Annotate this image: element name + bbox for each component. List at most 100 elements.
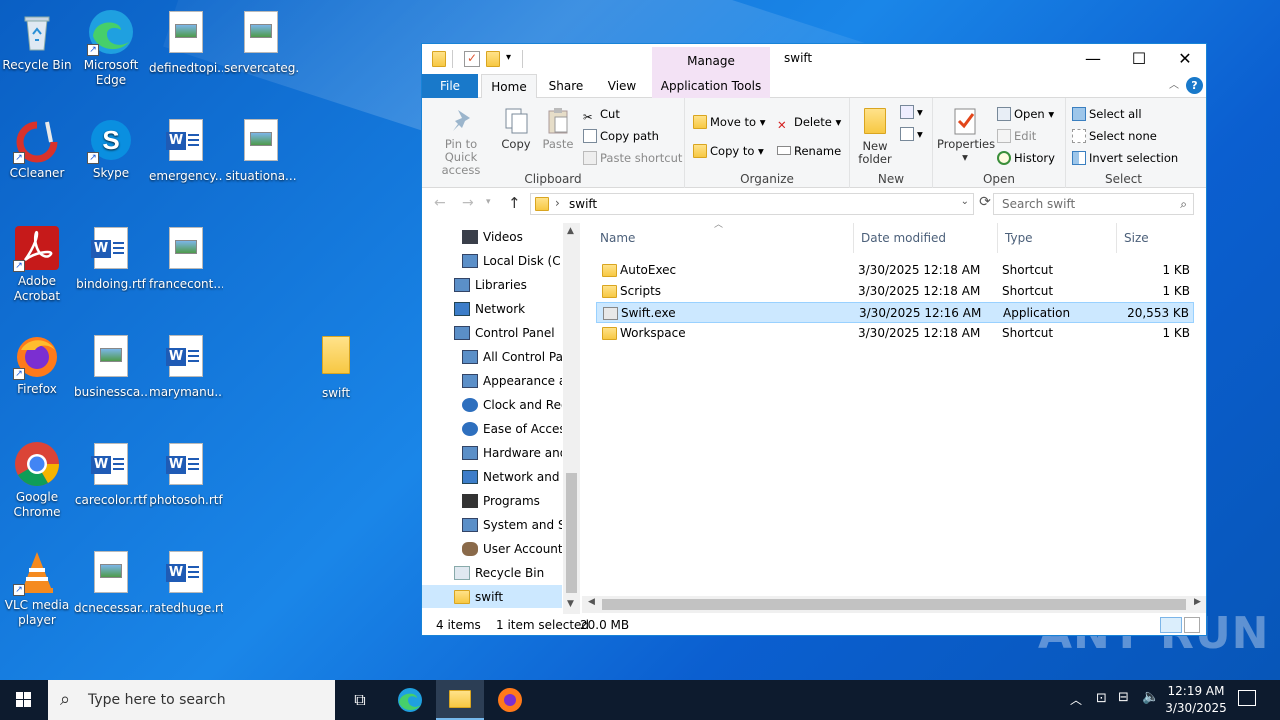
scroll-right-icon[interactable]: ▶: [1194, 597, 1201, 607]
tab-home[interactable]: Home: [481, 74, 537, 99]
recent-locations-icon[interactable]: ▾: [486, 197, 491, 207]
column-header-type[interactable]: Type: [999, 223, 1117, 253]
desktop-icon-google-chrome[interactable]: Google Chrome: [0, 440, 74, 520]
desktop-icon-recycle-bin[interactable]: Recycle Bin: [0, 8, 74, 73]
select-none-button[interactable]: Select none: [1072, 126, 1157, 146]
manage-context-tab[interactable]: Manage: [652, 47, 770, 74]
start-button[interactable]: [0, 680, 48, 720]
nav-item[interactable]: swift: [422, 585, 562, 608]
easy-access-button[interactable]: ▾: [900, 124, 923, 144]
nav-item[interactable]: Network and Internet: [422, 465, 562, 489]
details-view-icon[interactable]: [1160, 617, 1182, 633]
nav-item[interactable]: Programs: [422, 489, 562, 513]
scroll-up-icon[interactable]: ▲: [567, 226, 574, 236]
tab-file[interactable]: File: [422, 74, 478, 98]
desktop-icon-marymanu[interactable]: W marymanu...: [149, 332, 223, 400]
file-row[interactable]: Scripts 3/30/2025 12:18 AM Shortcut 1 KB: [596, 281, 1194, 302]
properties-qa-icon[interactable]: ✓: [464, 51, 480, 67]
nav-item[interactable]: Control Panel: [422, 321, 562, 345]
desktop-icon-swift-folder[interactable]: swift: [299, 332, 373, 401]
invert-selection-button[interactable]: Invert selection: [1072, 148, 1178, 168]
edit-button[interactable]: Edit: [997, 126, 1036, 146]
tab-view[interactable]: View: [598, 74, 646, 98]
large-icons-view-icon[interactable]: [1184, 617, 1200, 633]
nav-item[interactable]: Clock and Region: [422, 393, 562, 417]
customize-qa-dropdown-icon[interactable]: ▾: [506, 52, 511, 70]
scroll-down-icon[interactable]: ▼: [567, 599, 574, 609]
properties-button[interactable]: Properties ▾: [937, 106, 995, 164]
tab-share[interactable]: Share: [542, 74, 590, 98]
desktop-icon-servercateg[interactable]: servercateg...: [224, 8, 298, 76]
address-bar[interactable]: › swift ⌄: [530, 193, 974, 215]
desktop-icon-firefox[interactable]: ↗ Firefox: [0, 332, 74, 397]
nav-item[interactable]: Ease of Access: [422, 417, 562, 441]
nav-item[interactable]: Libraries: [422, 273, 562, 297]
tab-application-tools[interactable]: Application Tools: [652, 74, 770, 98]
nav-item[interactable]: Hardware and Sound: [422, 441, 562, 465]
desktop-icon-dcnecessar[interactable]: dcnecessar...: [74, 548, 148, 616]
network-status-icon[interactable]: ⊟: [1118, 690, 1129, 705]
forward-arrow-icon[interactable]: →: [462, 195, 474, 211]
desktop-icon-bindoing-rtf[interactable]: W bindoing.rtf: [74, 224, 148, 292]
copy-path-button[interactable]: Copy path: [583, 126, 659, 146]
address-history-dropdown-icon[interactable]: ⌄: [961, 196, 969, 207]
select-all-button[interactable]: Select all: [1072, 104, 1142, 124]
usb-device-icon[interactable]: ⊡: [1096, 691, 1107, 706]
desktop-icon-vlc[interactable]: ↗ VLC media player: [0, 548, 74, 628]
paste-button[interactable]: Paste: [538, 106, 578, 151]
desktop-icon-adobe-acrobat[interactable]: ↗ Adobe Acrobat: [0, 224, 74, 304]
search-input[interactable]: Search swift ⌕: [993, 193, 1194, 215]
column-header-name[interactable]: Name: [594, 223, 854, 253]
nav-scroll-thumb[interactable]: [566, 473, 577, 593]
desktop-icon-photosoh-rtf[interactable]: W photosoh.rtf: [149, 440, 223, 508]
collapse-ribbon-icon[interactable]: ︿: [1166, 74, 1182, 98]
rename-button[interactable]: Rename: [777, 141, 841, 161]
action-center-icon[interactable]: [1238, 690, 1256, 706]
desktop-icon-ratedhuge-rtf[interactable]: W ratedhuge.rtf: [149, 548, 223, 616]
new-folder-button[interactable]: New folder: [854, 106, 896, 166]
clock[interactable]: 12:19 AM 3/30/2025: [1160, 683, 1232, 717]
open-button[interactable]: Open ▾: [997, 104, 1054, 124]
h-scroll-thumb[interactable]: [602, 599, 1186, 610]
nav-scrollbar[interactable]: ▲ ▼: [563, 223, 580, 614]
desktop-icon-carecolor-rtf[interactable]: W carecolor.rtf: [74, 440, 148, 508]
file-row[interactable]: Swift.exe 3/30/2025 12:16 AM Application 20…: [596, 302, 1194, 323]
desktop-icon-situationa[interactable]: situationa...: [224, 116, 298, 184]
taskbar-search-box[interactable]: ⌕ Type here to search: [48, 680, 335, 720]
taskbar-firefox-icon[interactable]: [486, 680, 534, 720]
title-bar[interactable]: ✓ ▾ Manage swift — ☐ ✕: [422, 44, 1206, 74]
scroll-left-icon[interactable]: ◀: [588, 597, 595, 607]
back-arrow-icon[interactable]: ←: [434, 195, 446, 211]
breadcrumb-swift[interactable]: swift: [569, 197, 597, 211]
refresh-icon[interactable]: ⟳: [976, 194, 994, 214]
volume-icon[interactable]: 🔈: [1142, 689, 1159, 705]
up-arrow-icon[interactable]: ↑: [508, 194, 521, 212]
desktop-icon-microsoft-edge[interactable]: ↗ Microsoft Edge: [74, 8, 148, 88]
new-folder-qa-icon[interactable]: [486, 51, 500, 67]
horizontal-scrollbar[interactable]: ◀ ▶: [582, 596, 1206, 613]
column-header-size[interactable]: Size: [1118, 223, 1196, 253]
nav-item[interactable]: All Control Panel Items: [422, 345, 562, 369]
taskbar-edge-icon[interactable]: [386, 680, 434, 720]
copy-to-button[interactable]: Copy to ▾: [693, 141, 764, 161]
paste-shortcut-button[interactable]: Paste shortcut: [583, 148, 682, 168]
desktop-icon-businessca[interactable]: businessca...: [74, 332, 148, 400]
task-view-icon[interactable]: ⧉: [336, 680, 384, 720]
close-button[interactable]: ✕: [1162, 44, 1208, 74]
desktop-icon-ccleaner[interactable]: ↗ CCleaner: [0, 116, 74, 181]
nav-item[interactable]: Videos: [422, 225, 562, 249]
move-to-button[interactable]: Move to ▾: [693, 112, 765, 132]
copy-button[interactable]: Copy: [496, 106, 536, 151]
minimize-button[interactable]: —: [1070, 44, 1116, 74]
desktop-icon-emergency[interactable]: W emergency...: [149, 116, 223, 184]
pin-quick-access-button[interactable]: Pin to Quick access: [428, 106, 494, 177]
delete-button[interactable]: ✕ Delete ▾: [777, 112, 841, 132]
show-hidden-icons-icon[interactable]: ︿: [1070, 691, 1082, 708]
nav-item[interactable]: User Accounts: [422, 537, 562, 561]
column-header-date[interactable]: Date modified: [855, 223, 998, 253]
nav-item[interactable]: System and Security: [422, 513, 562, 537]
nav-item[interactable]: Recycle Bin: [422, 561, 562, 585]
history-button[interactable]: History: [997, 148, 1055, 168]
desktop-icon-skype[interactable]: S ↗ Skype: [74, 116, 148, 181]
file-row[interactable]: Workspace 3/30/2025 12:18 AM Shortcut 1 KB: [596, 323, 1194, 344]
